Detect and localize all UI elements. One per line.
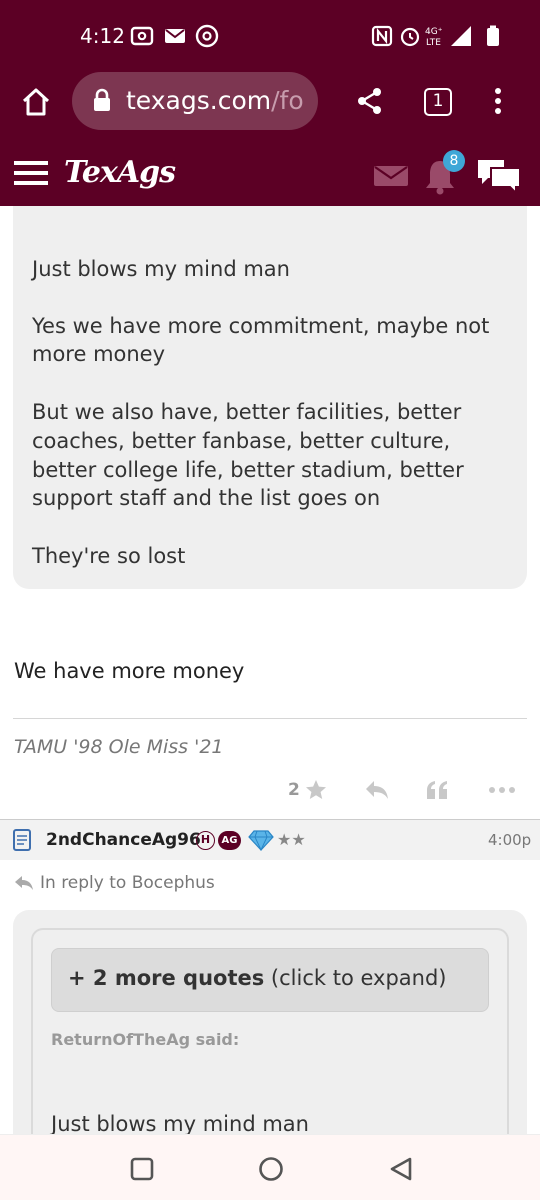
more-horiz-icon[interactable] [488, 786, 516, 794]
notification-count-badge: 8 [443, 150, 465, 172]
signal-icon: 4G⁺ LTE [425, 26, 471, 48]
url-host: texags.com [126, 86, 272, 115]
reply-icon[interactable] [364, 779, 390, 801]
status-time: 4:12 [80, 24, 125, 48]
quote-line: more money [32, 342, 166, 366]
diamond-icon [248, 830, 274, 851]
status-bar: 4:12 4G⁺ LTE [0, 0, 540, 72]
quote-line: They're so lost [32, 544, 186, 568]
nested-quote: + 2 more quotes (click to expand) Return… [31, 928, 509, 1160]
back-triangle-icon[interactable] [388, 1156, 414, 1182]
post-body-text: We have more money [14, 659, 245, 683]
reply-arrow-icon [15, 876, 33, 890]
in-reply-label: In reply to Bocephus [40, 873, 215, 893]
star-icon[interactable] [304, 778, 328, 802]
quoted-post-container: + 2 more quotes (click to expand) Return… [13, 910, 527, 1160]
alarm-icon [400, 27, 420, 47]
tab-count: 1 [432, 91, 444, 111]
post-notes-icon [13, 829, 31, 851]
android-nav-bar [0, 1134, 540, 1200]
chat-bubbles-icon[interactable] [476, 157, 522, 195]
post-signature: TAMU '98 Ole Miss '21 [14, 736, 224, 758]
expand-quotes-button[interactable]: + 2 more quotes (click to expand) [51, 948, 489, 1012]
badge-h: H [196, 831, 215, 850]
site-header: TexAgs 8 [0, 147, 540, 206]
url-path: /fo [271, 86, 304, 115]
cast-icon [130, 26, 154, 46]
nfc-icon [371, 25, 393, 47]
more-vert-icon[interactable] [486, 86, 510, 116]
site-logo[interactable]: TexAgs [64, 155, 176, 190]
post-action-bar: 2 [0, 772, 540, 808]
battery-icon [487, 25, 499, 46]
hamburger-menu-icon[interactable] [14, 159, 48, 187]
expand-hint: (click to expand) [264, 966, 447, 990]
quoted-author-said: ReturnOfTheAg said: [51, 1030, 240, 1049]
quote-line: Just blows my mind man [32, 257, 290, 281]
svg-text:LTE: LTE [426, 38, 441, 48]
quote-line: better college life, better stadium, bet… [32, 458, 464, 482]
expand-count: + 2 more quotes [68, 966, 265, 990]
quote-line: But we also have, better facilities, bet… [32, 400, 462, 424]
home-circle-icon[interactable] [258, 1156, 284, 1182]
chrome-icon [195, 24, 219, 48]
author-name[interactable]: 2ndChanceAg96 [46, 830, 201, 850]
rank-stars: ★★ [277, 830, 306, 849]
quote-line: support staff and the list goes on [32, 486, 381, 510]
mail-icon [165, 29, 185, 43]
post-header: 2ndChanceAg96 H AG ★★ 4:00p [0, 819, 540, 860]
home-icon[interactable] [20, 86, 52, 118]
messages-icon[interactable] [374, 164, 408, 188]
expand-quotes-label: + 2 more quotes (click to expand) [68, 966, 446, 990]
quoted-post: Just blows my mind man Yes we have more … [13, 206, 527, 589]
tab-switcher-button[interactable]: 1 [424, 88, 452, 116]
quote-line: Just blows my mind man [51, 1112, 309, 1136]
quote-icon[interactable] [425, 779, 449, 801]
badge-ag: AG [218, 831, 241, 850]
quote-line: coaches, better fanbase, better culture, [32, 429, 451, 453]
lock-icon [94, 88, 110, 111]
post-time: 4:00p [488, 831, 532, 849]
recents-icon[interactable] [130, 1157, 154, 1181]
quote-line: Yes we have more commitment, maybe not [32, 314, 490, 338]
url-text: texags.com/fo [126, 86, 312, 115]
share-icon[interactable] [355, 86, 385, 116]
signature-divider [13, 718, 527, 719]
browser-toolbar: texags.com/fo 1 [0, 72, 540, 147]
star-count: 2 [288, 780, 300, 800]
svg-text:4G⁺: 4G⁺ [425, 27, 443, 37]
url-bar[interactable]: texags.com/fo [72, 72, 318, 130]
